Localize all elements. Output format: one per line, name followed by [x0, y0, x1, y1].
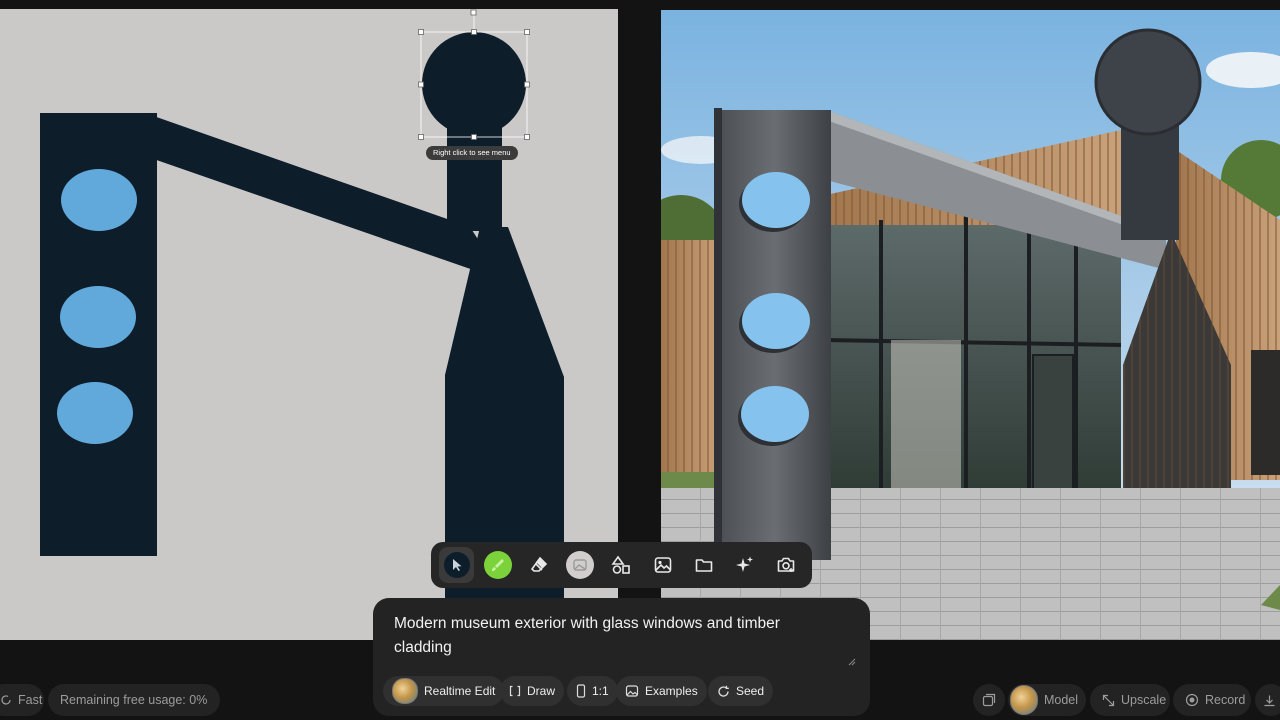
record-label: Record [1205, 693, 1246, 707]
sketch-chimney-circle [422, 32, 526, 136]
sketch-light-middle [60, 286, 136, 348]
refresh-speed-icon [0, 694, 12, 706]
interior-light [891, 340, 961, 490]
context-menu-tooltip: Right click to see menu [426, 146, 518, 160]
pillar-light-top [742, 172, 810, 228]
image-fill-tool[interactable] [563, 547, 598, 583]
pillar-light-middle [742, 293, 810, 349]
aspect-ratio-button[interactable]: 1:1 [567, 676, 618, 706]
draw-label: Draw [527, 684, 556, 698]
image-tool[interactable] [645, 547, 680, 583]
folder-tool[interactable] [686, 547, 721, 583]
record-button[interactable]: Record [1173, 684, 1251, 716]
gallery-icon [625, 684, 639, 698]
upscale-icon [1102, 694, 1115, 707]
usage-indicator: Remaining free usage: 0% [48, 684, 220, 716]
brush-icon [483, 551, 512, 579]
selection-handle [470, 9, 477, 16]
model-thumbnail-icon [1010, 685, 1038, 715]
refresh-icon [717, 685, 730, 698]
examples-button[interactable]: Examples [616, 676, 707, 706]
selection-handle [524, 29, 530, 35]
selection-handle [471, 29, 477, 35]
examples-label: Examples [645, 684, 698, 698]
image-fill-icon [566, 551, 595, 579]
camera-icon [776, 555, 796, 575]
select-tool[interactable] [439, 547, 475, 583]
usage-label: Remaining free usage: 0% [60, 693, 208, 707]
draw-icon [509, 685, 521, 697]
tool-bar [431, 542, 812, 588]
download-button[interactable] [1255, 684, 1280, 716]
selection-handle [524, 134, 530, 140]
speed-selector[interactable]: Fast [0, 684, 44, 716]
upscale-button[interactable]: Upscale [1090, 684, 1170, 716]
model-label: Model [1043, 693, 1078, 707]
seed-label: Seed [736, 684, 765, 698]
shapes-tool[interactable] [604, 547, 639, 583]
selection-handle [418, 134, 424, 140]
sparkle-icon [735, 555, 755, 575]
model-button[interactable]: Model [1008, 684, 1086, 716]
folder-icon [694, 555, 714, 575]
glass-door [1032, 354, 1074, 496]
sketch-light-bottom [57, 382, 133, 444]
top-bar [0, 0, 1280, 9]
model-thumbnail-icon [392, 678, 418, 704]
brush-tool[interactable] [480, 547, 515, 583]
sparkle-tool[interactable] [728, 547, 763, 583]
resize-handle-icon[interactable] [848, 658, 856, 666]
prompt-panel: Modern museum exterior with glass window… [373, 598, 870, 716]
selection-handle [524, 81, 530, 88]
eraser-tool[interactable] [521, 547, 556, 583]
selection-handle [418, 81, 424, 88]
layers-icon [982, 693, 996, 707]
realtime-edit-button[interactable]: Realtime Edit [383, 676, 505, 706]
realtime-edit-label: Realtime Edit [424, 684, 496, 698]
prompt-input[interactable]: Modern museum exterior with glass window… [394, 612, 834, 660]
speed-label: Fast [18, 693, 43, 707]
cursor-icon [443, 552, 470, 578]
download-icon [1263, 694, 1276, 707]
layers-button[interactable] [973, 684, 1005, 716]
sketch-light-top [61, 169, 137, 231]
aspect-ratio-label: 1:1 [592, 684, 609, 698]
seed-button[interactable]: Seed [708, 676, 774, 706]
record-icon [1185, 693, 1199, 707]
right-door [1251, 350, 1280, 475]
eraser-icon [530, 556, 548, 574]
shapes-icon [611, 555, 631, 575]
grass [661, 472, 721, 488]
pillar-light-bottom [741, 386, 809, 442]
image-icon [653, 555, 673, 575]
chimney-stem [1121, 120, 1179, 240]
camera-tool[interactable] [769, 547, 804, 583]
draw-button[interactable]: Draw [500, 676, 565, 706]
phone-ratio-icon [576, 684, 586, 698]
selection-handle [418, 29, 424, 35]
chimney-disc [1094, 28, 1202, 136]
upscale-label: Upscale [1121, 693, 1167, 707]
selection-handle [471, 134, 477, 140]
